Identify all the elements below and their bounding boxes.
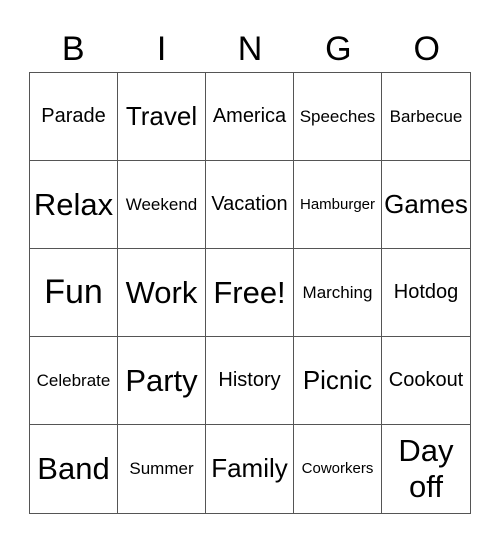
bingo-cell-label: Picnic xyxy=(302,364,373,395)
bingo-cell-label: Hotdog xyxy=(393,281,459,303)
bingo-cell-label: Day off xyxy=(398,433,454,504)
bingo-cell[interactable]: Travel xyxy=(118,73,206,161)
bingo-cell[interactable]: Vacation xyxy=(206,161,294,249)
bingo-cell[interactable]: Speeches xyxy=(294,73,382,161)
bingo-cell-label: Summer xyxy=(129,459,194,479)
bingo-cell[interactable]: Celebrate xyxy=(30,337,118,425)
bingo-cell[interactable]: Marching xyxy=(294,249,382,337)
bingo-cell[interactable]: Barbecue xyxy=(382,73,470,161)
bingo-cell-label: America xyxy=(212,105,287,127)
bingo-cell[interactable]: Hamburger xyxy=(294,161,382,249)
bingo-cell-label: Hamburger xyxy=(299,195,376,213)
bingo-cell[interactable]: Free! xyxy=(206,249,294,337)
bingo-cell[interactable]: Parade xyxy=(30,73,118,161)
bingo-cell[interactable]: Relax xyxy=(30,161,118,249)
header-letter-i: I xyxy=(156,30,167,68)
bingo-cell[interactable]: History xyxy=(206,337,294,425)
bingo-card-grid: Parade Travel America Speeches Barbecue Relax… xyxy=(29,72,471,514)
bingo-cell[interactable]: Party xyxy=(118,337,206,425)
bingo-cell-label: Relax xyxy=(33,186,114,222)
bingo-cell-label: Band xyxy=(37,451,110,487)
bingo-cell-label: Work xyxy=(125,274,198,310)
bingo-cell-label: Travel xyxy=(125,100,198,131)
bingo-cell[interactable]: Fun xyxy=(30,249,118,337)
bingo-cell[interactable]: Day off xyxy=(382,425,470,513)
bingo-cell-label: Family xyxy=(211,453,288,484)
bingo-cell-label: Games xyxy=(384,188,468,219)
bingo-cell-label: Speeches xyxy=(299,106,376,126)
bingo-cell-label: Marching xyxy=(302,282,373,302)
bingo-cell[interactable]: Picnic xyxy=(294,337,382,425)
header-letter-n: N xyxy=(237,30,263,68)
header-letter-g: G xyxy=(325,30,352,68)
bingo-cell-label: Vacation xyxy=(211,193,288,215)
bingo-cell[interactable]: Cookout xyxy=(382,337,470,425)
bingo-cell-label: Weekend xyxy=(125,194,198,214)
bingo-cell[interactable]: Games xyxy=(382,161,470,249)
bingo-cell-label: Free! xyxy=(213,274,286,310)
bingo-cell-label: Parade xyxy=(41,105,106,127)
bingo-cell-label: History xyxy=(218,369,281,391)
bingo-cell[interactable]: Summer xyxy=(118,425,206,513)
bingo-cell[interactable]: Family xyxy=(206,425,294,513)
header-letter-o: O xyxy=(413,30,440,68)
bingo-cell-label: Barbecue xyxy=(389,106,463,126)
bingo-cell[interactable]: Work xyxy=(118,249,206,337)
bingo-cell-label: Cookout xyxy=(388,369,464,391)
bingo-cell-label: Celebrate xyxy=(36,370,111,390)
bingo-cell-label: Coworkers xyxy=(301,460,374,478)
bingo-cell-label: Party xyxy=(125,362,198,398)
bingo-cell[interactable]: Weekend xyxy=(118,161,206,249)
header-letter-b: B xyxy=(61,30,85,68)
bingo-cell-label: Fun xyxy=(44,272,103,311)
bingo-cell[interactable]: Coworkers xyxy=(294,425,382,513)
bingo-cell[interactable]: Band xyxy=(30,425,118,513)
bingo-cell[interactable]: Hotdog xyxy=(382,249,470,337)
bingo-header: B I N G O xyxy=(29,26,471,72)
bingo-cell[interactable]: America xyxy=(206,73,294,161)
